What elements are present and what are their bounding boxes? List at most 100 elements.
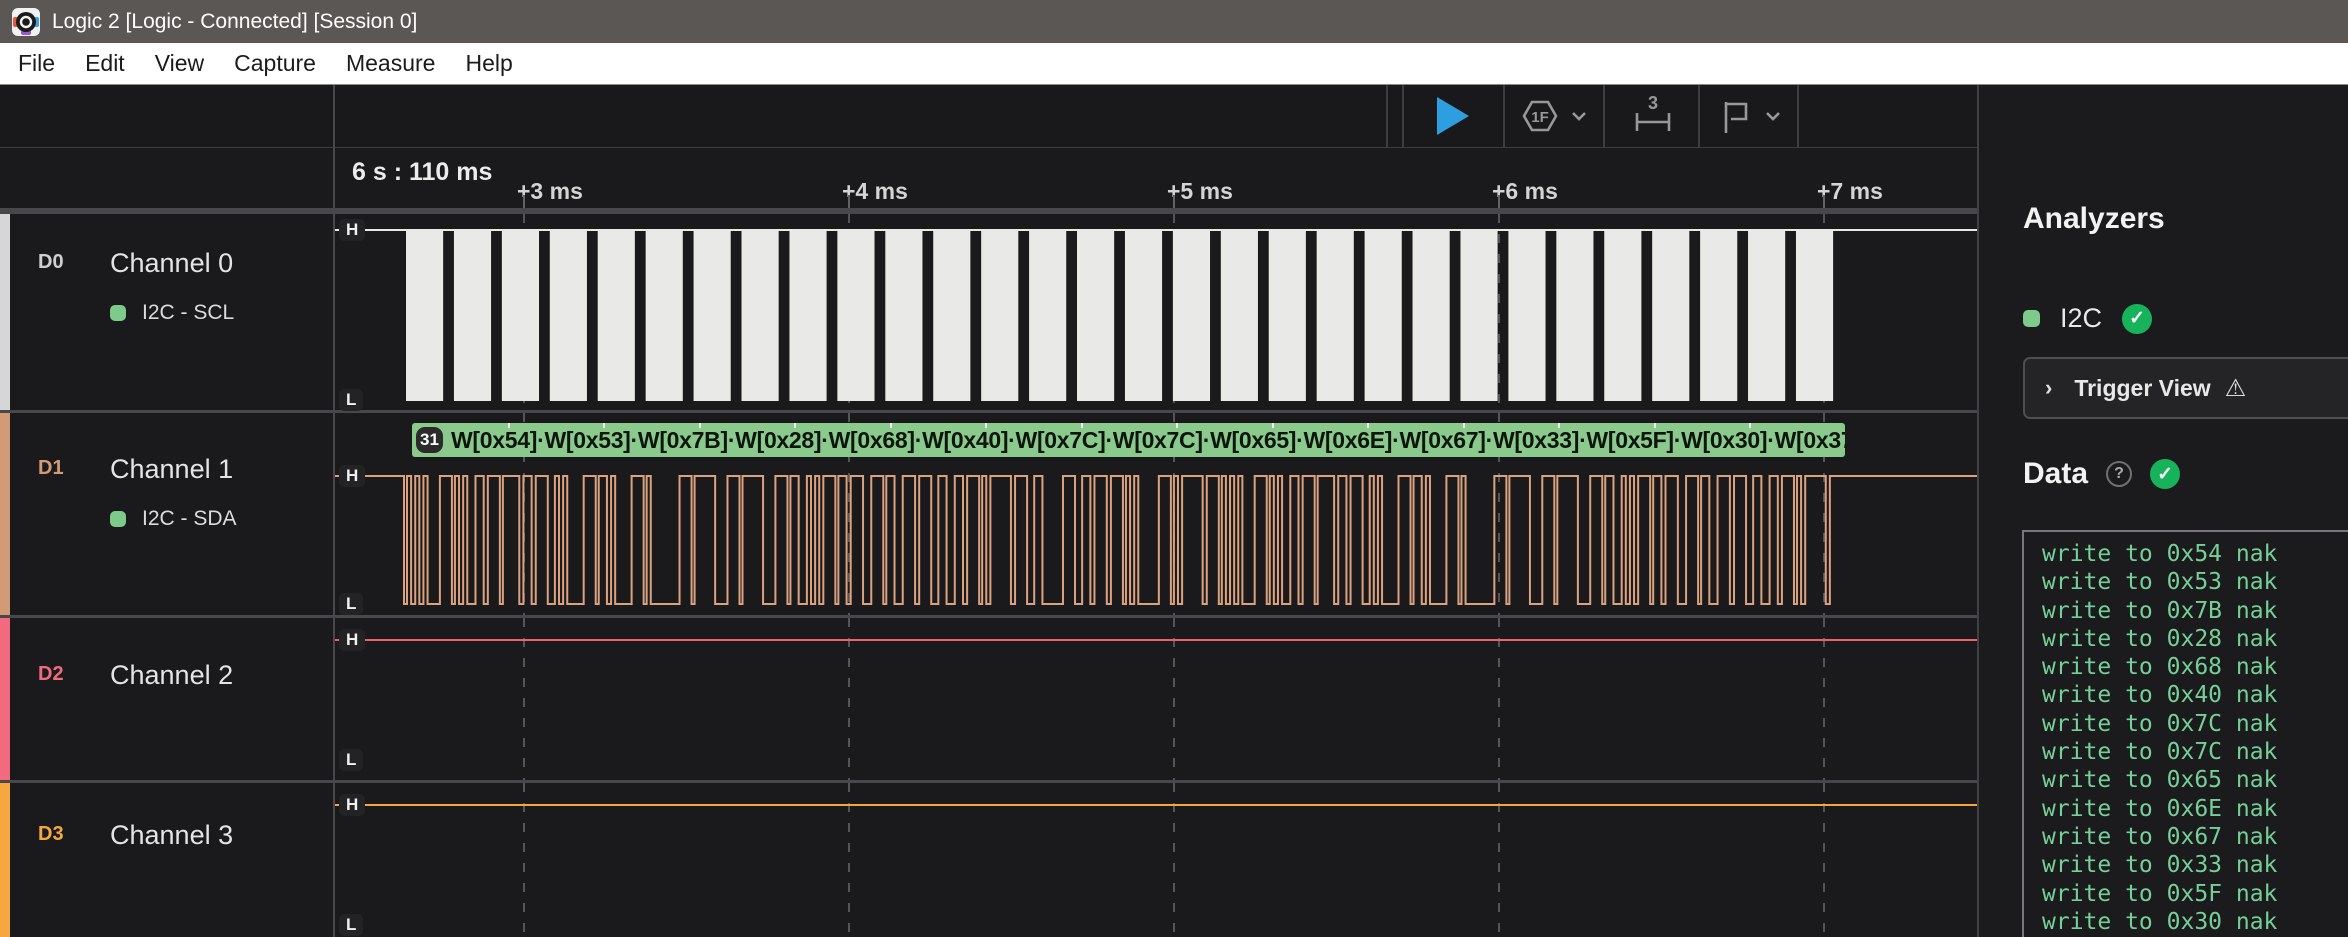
- timeline-tick-mark: [848, 195, 850, 208]
- high-level-label: H: [339, 219, 365, 241]
- analyzer-item-i2c[interactable]: I2C ✓: [2023, 303, 2152, 334]
- timeline-tick-label: +5 ms: [1167, 178, 1233, 205]
- flag-icon: [1715, 96, 1755, 136]
- frame-boundary-tick: [699, 423, 701, 428]
- channel-row-d1[interactable]: D1 Channel 1 I2C - SDA H L 31 W[0x54]·W[0x…: [0, 410, 1977, 615]
- data-row[interactable]: write to 0x7B nak: [2024, 597, 2348, 625]
- device-settings-button[interactable]: 1F: [1503, 85, 1603, 147]
- data-row[interactable]: write to 0x30 nak: [2024, 908, 2348, 936]
- frame-boundary-tick: [1654, 423, 1656, 428]
- trigger-view-button[interactable]: › Trigger View ⚠: [2023, 357, 2348, 419]
- i2c-decode-bar[interactable]: 31 W[0x54]·W[0x53]·W[0x7B]·W[0x28]·W[0x6…: [412, 423, 1845, 457]
- data-enabled-check-icon[interactable]: ✓: [2150, 459, 2180, 489]
- channel-id: D0: [38, 251, 64, 274]
- menu-item-view[interactable]: View: [140, 43, 219, 84]
- channel-color-strip: [0, 214, 10, 412]
- warning-icon: ⚠: [2225, 374, 2247, 403]
- data-row[interactable]: write to 0x54 nak: [2024, 540, 2348, 568]
- waveform-area-d3[interactable]: HL: [335, 783, 1977, 937]
- data-row[interactable]: write to 0x6E nak: [2024, 795, 2348, 823]
- channel-color-strip: [0, 413, 10, 615]
- data-row[interactable]: write to 0x65 nak: [2024, 766, 2348, 794]
- analyzers-panel: Analyzers I2C ✓ › Trigger View ⚠ Data ? …: [1979, 85, 2348, 937]
- menu-item-measure[interactable]: Measure: [331, 43, 450, 84]
- data-title: Data: [2023, 457, 2088, 491]
- channel-name[interactable]: Channel 3: [110, 820, 233, 851]
- waveform-area-d2[interactable]: HL: [335, 618, 1977, 782]
- channel-color-strip: [0, 783, 10, 937]
- data-row[interactable]: write to 0x28 nak: [2024, 625, 2348, 653]
- window-title: Logic 2 [Logic - Connected] [Session 0]: [52, 10, 417, 34]
- channel-analyzer-tag[interactable]: I2C - SCL: [110, 301, 234, 325]
- waveform-area-d0[interactable]: HL: [335, 214, 1977, 412]
- data-row[interactable]: write to 0x68 nak: [2024, 653, 2348, 681]
- frame-boundary-tick: [1749, 423, 1751, 428]
- frame-boundary-tick: [1272, 423, 1274, 428]
- analyzer-color-dot: [2023, 310, 2040, 327]
- timeline-tick-mark: [1823, 195, 1825, 208]
- decode-frames-text: W[0x54]·W[0x53]·W[0x7B]·W[0x28]·W[0x68]·…: [451, 427, 1845, 454]
- channel-row-d0[interactable]: D0 Channel 0 I2C - SCL HL: [0, 211, 1977, 412]
- channel-row-d2[interactable]: D2 Channel 2 HL: [0, 615, 1977, 782]
- waveform-area-d1[interactable]: H L 31 W[0x54]·W[0x53]·W[0x7B]·W[0x28]·W[0…: [335, 413, 1977, 615]
- svg-text:1F: 1F: [1531, 109, 1549, 126]
- analyzer-dot-icon: [110, 511, 126, 527]
- analyzer-enabled-check-icon[interactable]: ✓: [2122, 304, 2152, 334]
- frame-boundary-tick: [1176, 423, 1178, 428]
- data-row[interactable]: write to 0x7C nak: [2024, 738, 2348, 766]
- merged-frames-badge: 31: [416, 427, 443, 453]
- timeline-ruler[interactable]: 6 s : 110 ms +3 ms +4 ms +5 ms +6 ms +7 ms: [0, 147, 1977, 211]
- data-row[interactable]: write to 0x53 nak: [2024, 568, 2348, 596]
- menu-item-edit[interactable]: Edit: [70, 43, 140, 84]
- channel-row-d3[interactable]: D3 Channel 3 HL: [0, 780, 1977, 937]
- frame-boundary-tick: [1463, 423, 1465, 428]
- frame-boundary-tick: [508, 423, 510, 428]
- frame-boundary-tick: [1367, 423, 1369, 428]
- analyzer-name: I2C: [2060, 303, 2102, 334]
- analyzer-channel-label: I2C - SDA: [142, 507, 237, 531]
- menu-item-capture[interactable]: Capture: [219, 43, 331, 84]
- data-header: Data ? ✓: [2023, 457, 2180, 491]
- waveform-trace: [335, 618, 1977, 785]
- data-row[interactable]: write to 0x33 nak: [2024, 851, 2348, 879]
- title-bar: Logic 2 [Logic - Connected] [Session 0]: [0, 0, 2348, 43]
- low-level-label: L: [339, 593, 363, 615]
- waveform-trace: [335, 214, 1977, 415]
- frame-boundary-tick: [794, 423, 796, 428]
- channel-analyzer-tag[interactable]: I2C - SDA: [110, 507, 237, 531]
- data-row[interactable]: write to 0x40 nak: [2024, 681, 2348, 709]
- start-capture-button[interactable]: [1402, 85, 1503, 147]
- chevron-down-icon: [1765, 111, 1781, 121]
- timeline-tick-label: +4 ms: [842, 178, 908, 205]
- data-row[interactable]: write to 0x5F nak: [2024, 880, 2348, 908]
- channel-id: D1: [38, 457, 64, 480]
- help-icon[interactable]: ?: [2106, 461, 2132, 487]
- menu-item-file[interactable]: File: [0, 43, 70, 84]
- high-level-label: H: [339, 629, 365, 651]
- capture-mode-button[interactable]: 3: [1603, 85, 1698, 147]
- menu-item-help[interactable]: Help: [450, 43, 527, 84]
- low-level-label: L: [339, 389, 363, 411]
- channel-name[interactable]: Channel 2: [110, 660, 233, 691]
- channel-color-strip: [0, 618, 10, 782]
- analyzer-dot-icon: [110, 305, 126, 321]
- timeline-position-label: 6 s : 110 ms: [352, 158, 492, 187]
- annotations-button[interactable]: [1698, 85, 1797, 147]
- frame-boundary-tick: [890, 423, 892, 428]
- channel-name[interactable]: Channel 0: [110, 248, 233, 279]
- data-row[interactable]: write to 0x67 nak: [2024, 823, 2348, 851]
- channel-id: D2: [38, 663, 64, 686]
- data-row[interactable]: write to 0x7C nak: [2024, 710, 2348, 738]
- frame-boundary-tick: [1081, 423, 1083, 428]
- decoded-data-list[interactable]: write to 0x54 nakwrite to 0x53 nakwrite …: [2022, 530, 2348, 937]
- channel-name[interactable]: Channel 1: [110, 454, 233, 485]
- device-hexagon-icon: 1F: [1519, 95, 1561, 137]
- svg-text:3: 3: [1647, 93, 1657, 113]
- play-icon: [1437, 97, 1469, 135]
- timeline-tick-label: +6 ms: [1492, 178, 1558, 205]
- high-level-label: H: [339, 465, 365, 487]
- analyzer-channel-label: I2C - SCL: [142, 301, 234, 325]
- timeline-tick-label: +7 ms: [1817, 178, 1883, 205]
- timeline-tick-label: +3 ms: [517, 178, 583, 205]
- frame-boundary-tick: [985, 423, 987, 428]
